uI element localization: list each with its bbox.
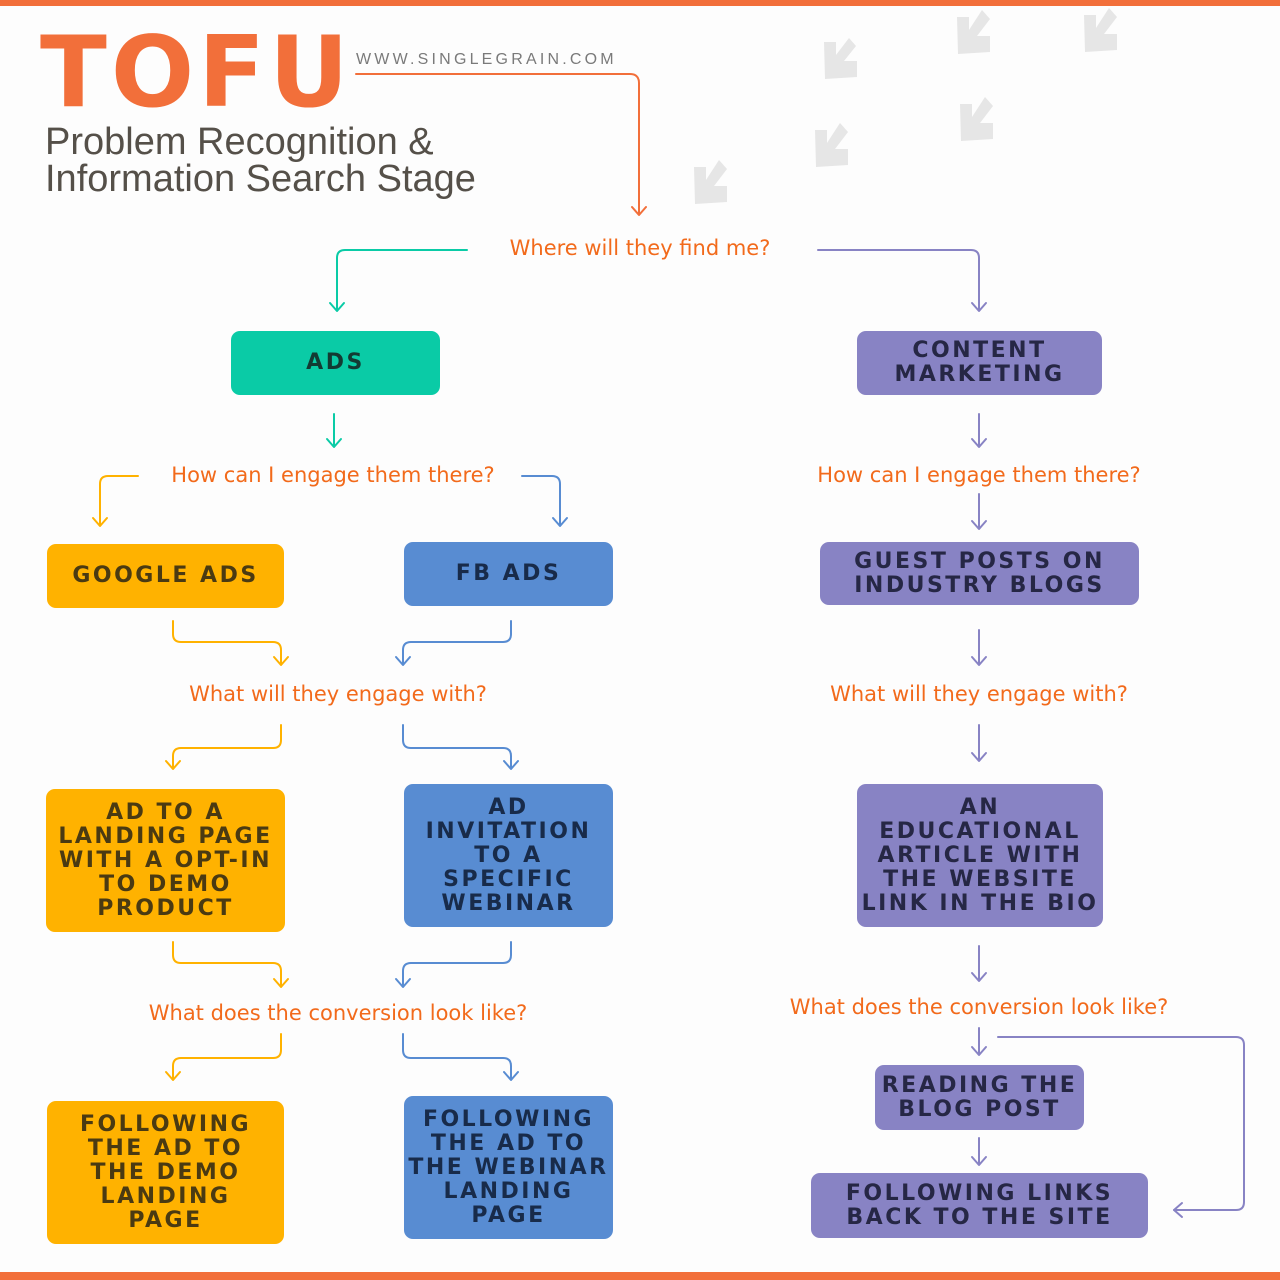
fb-conversion-box: FOLLOWING THE AD TO THE WEBINAR LANDING … — [404, 1096, 613, 1239]
question-what-ads: What will they engage with? — [189, 682, 487, 706]
reading-blog-box: READING THE BLOG POST — [875, 1065, 1084, 1130]
guest-posts-box: GUEST POSTS ON INDUSTRY BLOGS — [820, 542, 1139, 605]
following-links-box: FOLLOWING LINKS BACK TO THE SITE — [811, 1173, 1148, 1238]
google-engage-box: AD TO A LANDING PAGE WITH A OPT-IN TO DE… — [46, 789, 285, 932]
google-ads-box: GOOGLE ADS — [47, 544, 284, 608]
content-marketing-label: CONTENT MARKETING — [894, 338, 1065, 387]
following-links-label: FOLLOWING LINKS BACK TO THE SITE — [845, 1180, 1114, 1230]
content-marketing-box: CONTENT MARKETING — [857, 331, 1102, 395]
google-engage-label: AD TO A LANDING PAGE WITH A OPT-IN TO DE… — [58, 799, 273, 921]
fb-conversion-label: FOLLOWING THE AD TO THE WEBINAR LANDING … — [408, 1106, 609, 1228]
question-conversion-ads: What does the conversion look like? — [148, 1001, 528, 1025]
content-engage-label: AN EDUCATIONAL ARTICLE WITH THE WEBSITE … — [861, 794, 1099, 916]
header-connector — [355, 73, 647, 216]
question-conversion-content: What does the conversion look like? — [789, 995, 1169, 1019]
content-engage-box: AN EDUCATIONAL ARTICLE WITH THE WEBSITE … — [857, 784, 1103, 927]
fb-ads-box: FB ADS — [404, 542, 613, 606]
fb-ads-label: FB ADS — [455, 561, 562, 586]
fb-engage-box: AD INVITATION TO A SPECIFIC WEBINAR — [404, 784, 613, 927]
question-engage-content: How can I engage them there? — [817, 463, 1141, 487]
flow-connectors — [92, 73, 1245, 1218]
fb-engage-label: AD INVITATION TO A SPECIFIC WEBINAR — [425, 794, 592, 916]
reading-blog-label: READING THE BLOG POST — [881, 1072, 1078, 1122]
google-conversion-label: FOLLOWING THE AD TO THE DEMO LANDING PAG… — [79, 1111, 252, 1233]
question-where: Where will they find me? — [509, 236, 771, 260]
google-conversion-box: FOLLOWING THE AD TO THE DEMO LANDING PAG… — [47, 1101, 284, 1244]
ads-label: ADS — [306, 350, 365, 375]
ads-box: ADS — [231, 331, 440, 395]
question-engage-ads: How can I engage them there? — [171, 463, 495, 487]
google-ads-label: GOOGLE ADS — [72, 563, 259, 588]
guest-posts-label: GUEST POSTS ON INDUSTRY BLOGS — [854, 548, 1105, 598]
question-what-content: What will they engage with? — [830, 682, 1128, 706]
